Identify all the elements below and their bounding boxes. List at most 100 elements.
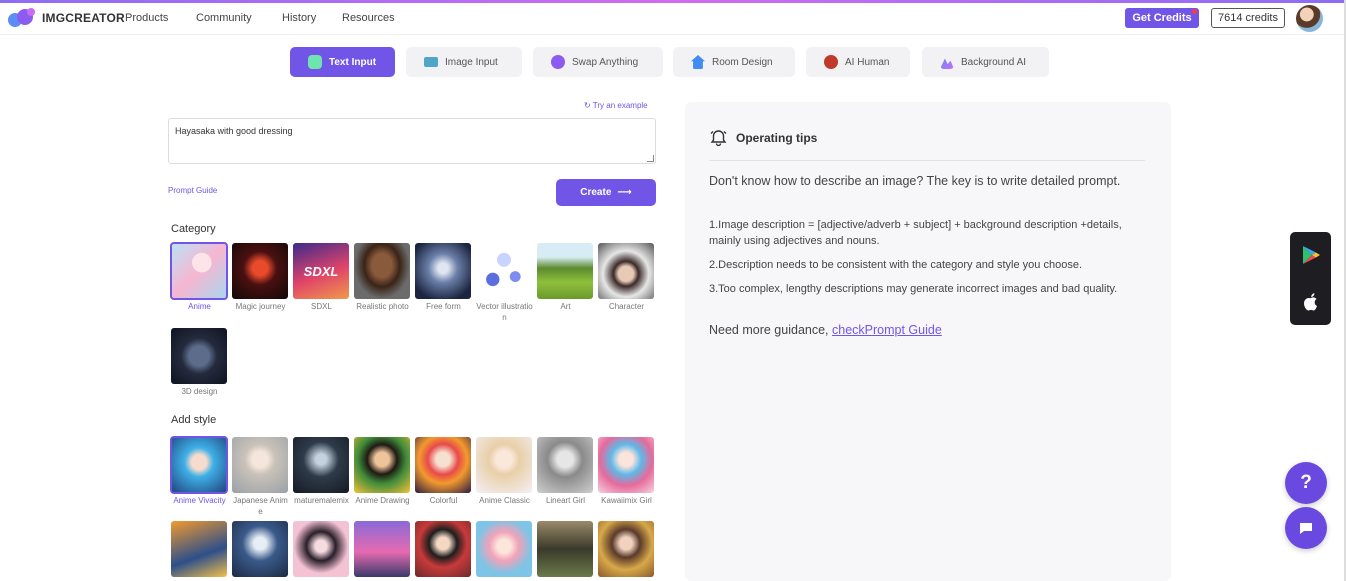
category-thumbnail bbox=[232, 243, 288, 299]
check-prompt-guide-link[interactable]: checkPrompt Guide bbox=[832, 323, 942, 337]
category-label: Realistic photo bbox=[356, 302, 409, 311]
category-item-vector-illustration[interactable]: Vector illustration bbox=[476, 243, 533, 323]
category-item-art[interactable]: Art bbox=[537, 243, 594, 312]
tab-swap-anything[interactable]: Swap Anything bbox=[533, 47, 663, 77]
style-item-colorful[interactable]: Colorful bbox=[415, 437, 472, 506]
tab-text-input[interactable]: Text Input bbox=[290, 47, 395, 77]
category-label: Anime bbox=[188, 302, 211, 311]
style-thumbnail bbox=[354, 437, 410, 493]
guidance-text: Need more guidance, bbox=[709, 323, 832, 337]
style-item-row2[interactable] bbox=[598, 521, 655, 577]
style-thumbnail bbox=[293, 521, 349, 577]
style-item-japanese-anime[interactable]: Japanese Anime bbox=[232, 437, 289, 517]
image-icon bbox=[424, 57, 438, 67]
tips-guidance: Need more guidance, checkPrompt Guide bbox=[709, 321, 1139, 339]
category-item-anime[interactable]: Anime bbox=[170, 242, 228, 312]
style-thumbnail bbox=[537, 437, 593, 493]
nav-history[interactable]: History bbox=[282, 12, 316, 24]
tab-image-input[interactable]: Image Input bbox=[406, 47, 522, 77]
tip-1: 1.Image description = [adjective/adverb … bbox=[709, 219, 1122, 247]
category-item-3d-design[interactable]: 3D design bbox=[171, 328, 228, 397]
category-label: Magic journey bbox=[235, 302, 286, 311]
operating-tips-panel: Operating tips Don't know how to describ… bbox=[685, 102, 1171, 581]
nav-community[interactable]: Community bbox=[196, 12, 252, 24]
style-label: Colorful bbox=[429, 496, 458, 505]
style-item-maturemalemix[interactable]: maturemalemix bbox=[293, 437, 350, 506]
chat-icon bbox=[1300, 523, 1312, 534]
try-example-link[interactable]: ↻ Try an example bbox=[584, 101, 648, 110]
ai-human-icon bbox=[824, 55, 838, 69]
style-thumbnail bbox=[476, 437, 532, 493]
style-item-lineart-girl[interactable]: Lineart Girl bbox=[537, 437, 594, 506]
style-item-row2[interactable] bbox=[293, 521, 350, 577]
prompt-textarea[interactable]: Hayasaka with good dressing bbox=[168, 118, 656, 164]
category-label: 3D design bbox=[181, 387, 218, 396]
tab-label: Image Input bbox=[445, 56, 498, 68]
help-button[interactable]: ? bbox=[1285, 462, 1327, 504]
try-example-label: Try an example bbox=[592, 101, 648, 110]
category-thumbnail: SDXL bbox=[293, 243, 349, 299]
house-icon bbox=[691, 55, 705, 69]
category-title: Category bbox=[171, 223, 216, 235]
nav-resources[interactable]: Resources bbox=[342, 12, 395, 24]
style-item-row2[interactable] bbox=[415, 521, 472, 577]
category-thumbnail bbox=[415, 243, 471, 299]
prompt-guide-link[interactable]: Prompt Guide bbox=[168, 186, 217, 195]
question-mark-icon: ? bbox=[1300, 472, 1312, 493]
google-play-icon[interactable] bbox=[1301, 245, 1321, 265]
avatar[interactable] bbox=[1296, 5, 1323, 32]
style-label: Anime Vivacity bbox=[173, 496, 226, 505]
category-item-sdxl[interactable]: SDXL SDXL bbox=[293, 243, 350, 312]
style-item-row2[interactable] bbox=[171, 521, 228, 577]
style-item-row2[interactable] bbox=[476, 521, 533, 577]
style-item-anime-classic[interactable]: Anime Classic bbox=[476, 437, 533, 506]
style-item-kawaiimix-girl[interactable]: Kawaiimix Girl bbox=[598, 437, 655, 506]
category-thumbnail bbox=[537, 243, 593, 299]
apple-icon[interactable] bbox=[1302, 292, 1320, 313]
category-thumbnail bbox=[476, 243, 532, 299]
chat-button[interactable] bbox=[1285, 507, 1327, 549]
app-download-panel bbox=[1290, 232, 1331, 325]
category-item-character[interactable]: Character bbox=[598, 243, 655, 312]
tab-background-ai[interactable]: Background AI bbox=[922, 47, 1049, 77]
resize-handle-icon[interactable] bbox=[647, 155, 654, 162]
tip-2: 2.Description needs to be consistent wit… bbox=[709, 259, 1082, 271]
logo[interactable]: IMGCREATOR bbox=[8, 8, 125, 28]
style-thumbnail bbox=[476, 521, 532, 577]
tab-label: AI Human bbox=[845, 56, 890, 68]
style-item-row2[interactable] bbox=[354, 521, 411, 577]
category-label: Character bbox=[608, 302, 645, 311]
category-item-free-form[interactable]: Free form bbox=[415, 243, 472, 312]
category-thumbnail bbox=[170, 242, 228, 300]
get-credits-button[interactable]: Get Credits bbox=[1125, 8, 1199, 28]
arrow-right-icon: ⟶ bbox=[617, 187, 632, 198]
category-item-magic-journey[interactable]: Magic journey bbox=[232, 243, 289, 312]
create-button[interactable]: Create ⟶ bbox=[556, 179, 656, 206]
tab-room-design[interactable]: Room Design bbox=[673, 47, 795, 77]
style-item-anime-vivacity[interactable]: Anime Vivacity bbox=[170, 436, 228, 506]
text-input-icon bbox=[308, 55, 322, 69]
tab-label: Text Input bbox=[329, 56, 377, 68]
style-label: Anime Drawing bbox=[355, 496, 410, 505]
swap-icon bbox=[551, 55, 565, 69]
style-thumbnail bbox=[598, 521, 654, 577]
tab-ai-human[interactable]: AI Human bbox=[806, 47, 910, 77]
logo-text: IMGCREATOR bbox=[42, 11, 125, 25]
tip-3: 3.Too complex, lengthy descriptions may … bbox=[709, 283, 1118, 295]
category-label: Art bbox=[560, 302, 571, 311]
mountain-icon bbox=[940, 58, 954, 69]
style-item-row2[interactable] bbox=[537, 521, 594, 577]
style-label: maturemalemix bbox=[294, 496, 349, 505]
logo-icon bbox=[8, 8, 38, 28]
bell-icon bbox=[710, 130, 727, 146]
style-label: Lineart Girl bbox=[545, 496, 586, 505]
category-item-realistic-photo[interactable]: Realistic photo bbox=[354, 243, 411, 312]
style-item-anime-drawing[interactable]: Anime Drawing bbox=[354, 437, 411, 506]
style-thumbnail bbox=[354, 521, 410, 577]
notification-dot bbox=[1192, 9, 1197, 14]
style-item-row2[interactable] bbox=[232, 521, 289, 577]
tips-header: Operating tips bbox=[709, 129, 817, 146]
nav-products[interactable]: Products bbox=[125, 12, 168, 24]
tips-intro: Don't know how to describe an image? The… bbox=[709, 174, 1121, 188]
credits-balance: 7614 credits bbox=[1211, 8, 1285, 28]
